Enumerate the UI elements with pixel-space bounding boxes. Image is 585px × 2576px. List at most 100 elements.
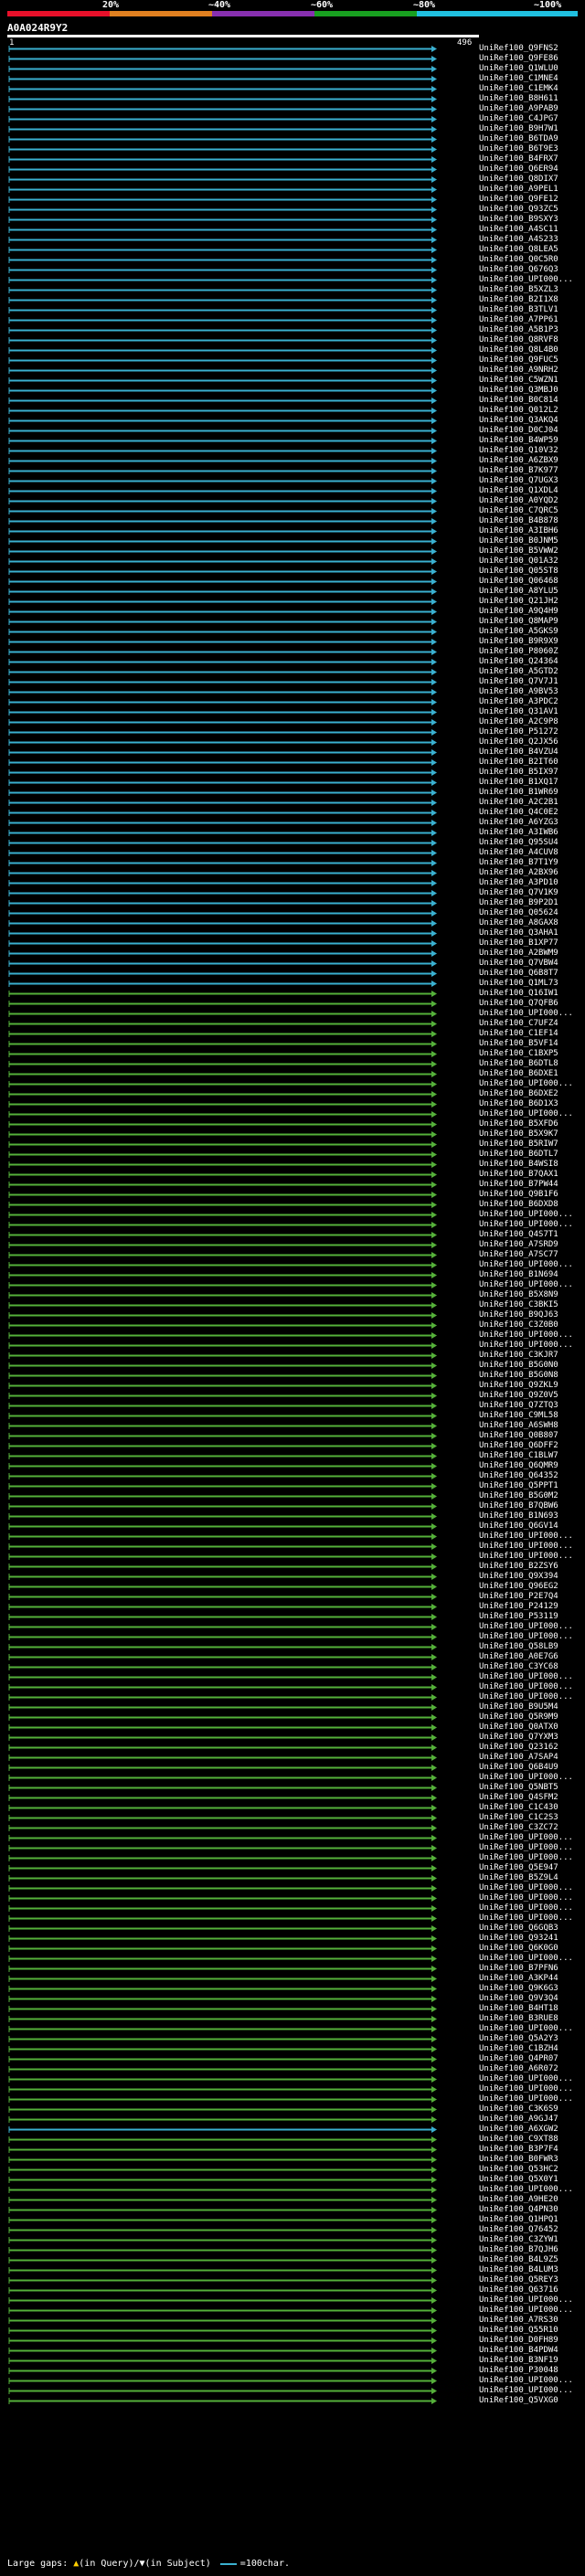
hit-label[interactable]: UniRef100_A9PEL1 [479,185,585,195]
hit-row[interactable]: UniRef100_Q7ZTQ3 [0,1401,585,1411]
hit-row[interactable]: UniRef100_Q5X0Y1 [0,2175,585,2185]
hit-label[interactable]: UniRef100_P2E7Q4 [479,1592,585,1602]
hit-row[interactable]: UniRef100_Q5NBT5 [0,1783,585,1793]
hit-row[interactable]: UniRef100_UPI000... [0,1532,585,1542]
hit-label[interactable]: UniRef100_C3K6S9 [479,2104,585,2115]
hit-label[interactable]: UniRef100_Q4PN30 [479,2205,585,2215]
hit-row[interactable]: UniRef100_Q9FE86 [0,54,585,64]
hit-label[interactable]: UniRef100_B9U5M4 [479,1702,585,1712]
hit-label[interactable]: UniRef100_Q1WLU0 [479,64,585,74]
hit-row[interactable]: UniRef100_B9P2D1 [0,898,585,908]
hit-row[interactable]: UniRef100_B9H7W1 [0,124,585,134]
hit-label[interactable]: UniRef100_Q4SFM2 [479,1793,585,1803]
hit-label[interactable]: UniRef100_A9HE20 [479,2195,585,2205]
hit-row[interactable]: UniRef100_UPI000... [0,2074,585,2084]
hit-row[interactable]: UniRef100_Q9X394 [0,1572,585,1582]
hit-row[interactable]: UniRef100_Q4S7T1 [0,1230,585,1240]
hit-label[interactable]: UniRef100_C1BXP5 [479,1049,585,1059]
hit-row[interactable]: UniRef100_Q676Q3 [0,265,585,275]
hit-label[interactable]: UniRef100_Q5R9M9 [479,1712,585,1723]
hit-row[interactable]: UniRef100_Q76452 [0,2225,585,2235]
hit-row[interactable]: UniRef100_A2BX96 [0,868,585,878]
hit-label[interactable]: UniRef100_A7PP61 [479,315,585,325]
hit-label[interactable]: UniRef100_B3NF19 [479,2356,585,2366]
hit-label[interactable]: UniRef100_Q3MBJ0 [479,386,585,396]
hit-label[interactable]: UniRef100_Q6DFF2 [479,1441,585,1451]
hit-row[interactable]: UniRef100_C5WZN1 [0,376,585,386]
hit-label[interactable]: UniRef100_B7QBW6 [479,1501,585,1511]
hit-label[interactable]: UniRef100_Q7ZTQ3 [479,1401,585,1411]
hit-label[interactable]: UniRef100_Q24364 [479,657,585,667]
hit-row[interactable]: UniRef100_Q9ZKL9 [0,1381,585,1391]
hit-row[interactable]: UniRef100_B4L9Z5 [0,2255,585,2265]
hit-label[interactable]: UniRef100_B6DXD8 [479,1200,585,1210]
hit-label[interactable]: UniRef100_UPI000... [479,1903,585,1913]
hit-row[interactable]: UniRef100_Q7QFB6 [0,999,585,1009]
hit-label[interactable]: UniRef100_A4SC11 [479,225,585,235]
hit-label[interactable]: UniRef100_Q7VBW4 [479,959,585,969]
hit-row[interactable]: UniRef100_Q9FE12 [0,195,585,205]
hit-row[interactable]: UniRef100_B1N694 [0,1270,585,1280]
hit-label[interactable]: UniRef100_Q93ZC5 [479,205,585,215]
hit-row[interactable]: UniRef100_C3BKI5 [0,1300,585,1310]
hit-row[interactable]: UniRef100_Q0ATX0 [0,1723,585,1733]
hit-label[interactable]: UniRef100_A9NRH2 [479,366,585,376]
hit-row[interactable]: UniRef100_A9BV53 [0,687,585,697]
hit-label[interactable]: UniRef100_B7K977 [479,466,585,476]
hit-label[interactable]: UniRef100_B7T1Y9 [479,858,585,868]
hit-row[interactable]: UniRef100_C1BLW7 [0,1451,585,1461]
hit-row[interactable]: UniRef100_C3ZYW1 [0,2235,585,2245]
hit-label[interactable]: UniRef100_Q6GV14 [479,1521,585,1532]
hit-label[interactable]: UniRef100_Q06468 [479,577,585,587]
hit-row[interactable]: UniRef100_A6XGW2 [0,2125,585,2135]
hit-row[interactable]: UniRef100_Q8L4B0 [0,345,585,355]
hit-label[interactable]: UniRef100_UPI000... [479,2084,585,2094]
hit-row[interactable]: UniRef100_Q5A2Y3 [0,2034,585,2044]
hit-label[interactable]: UniRef100_UPI000... [479,1913,585,1924]
hit-label[interactable]: UniRef100_B3TLV1 [479,305,585,315]
hit-label[interactable]: UniRef100_A5B1P3 [479,325,585,335]
hit-label[interactable]: UniRef100_UPI000... [479,1079,585,1089]
hit-label[interactable]: UniRef100_B1N694 [479,1270,585,1280]
hit-label[interactable]: UniRef100_A7SC77 [479,1250,585,1260]
hit-row[interactable]: UniRef100_UPI000... [0,1954,585,1964]
hit-row[interactable]: UniRef100_B3P7F4 [0,2145,585,2155]
hit-row[interactable]: UniRef100_Q24364 [0,657,585,667]
hit-label[interactable]: UniRef100_P24129 [479,1602,585,1612]
hit-row[interactable]: UniRef100_B6DXE1 [0,1069,585,1079]
hit-row[interactable]: UniRef100_B5Z9L4 [0,1873,585,1883]
hit-label[interactable]: UniRef100_UPI000... [479,1109,585,1119]
hit-row[interactable]: UniRef100_Q9K6G3 [0,1984,585,1994]
hit-row[interactable]: UniRef100_A9NRH2 [0,366,585,376]
hit-label[interactable]: UniRef100_Q4PR07 [479,2054,585,2064]
hit-row[interactable]: UniRef100_Q7V7J1 [0,677,585,687]
hit-row[interactable]: UniRef100_UPI000... [0,1009,585,1019]
hit-row[interactable]: UniRef100_A3PD10 [0,878,585,888]
hit-label[interactable]: UniRef100_A5GKS9 [479,627,585,637]
hit-row[interactable]: UniRef100_B3RUE8 [0,2014,585,2024]
hit-label[interactable]: UniRef100_C5WZN1 [479,376,585,386]
hit-row[interactable]: UniRef100_C3KJR7 [0,1351,585,1361]
hit-label[interactable]: UniRef100_A3PD10 [479,878,585,888]
hit-label[interactable]: UniRef100_Q93241 [479,1934,585,1944]
hit-label[interactable]: UniRef100_Q5NBT5 [479,1783,585,1793]
hit-row[interactable]: UniRef100_Q7YXM3 [0,1733,585,1743]
hit-row[interactable]: UniRef100_C1C430 [0,1803,585,1813]
hit-label[interactable]: UniRef100_Q5A2Y3 [479,2034,585,2044]
hit-row[interactable]: UniRef100_Q31AV1 [0,707,585,717]
hit-row[interactable]: UniRef100_Q9Z0V5 [0,1391,585,1401]
hit-row[interactable]: UniRef100_UPI000... [0,1682,585,1692]
hit-row[interactable]: UniRef100_A9PAB9 [0,104,585,114]
hit-row[interactable]: UniRef100_C1BXP5 [0,1049,585,1059]
hit-row[interactable]: UniRef100_C3ZC72 [0,1823,585,1833]
hit-row[interactable]: UniRef100_UPI000... [0,2185,585,2195]
hit-row[interactable]: UniRef100_B6TDA9 [0,134,585,144]
hit-row[interactable]: UniRef100_Q6B8T7 [0,969,585,979]
hit-row[interactable]: UniRef100_A3IBH6 [0,526,585,536]
hit-row[interactable]: UniRef100_Q7V1K9 [0,888,585,898]
hit-label[interactable]: UniRef100_Q7YXM3 [479,1733,585,1743]
hit-label[interactable]: UniRef100_Q31AV1 [479,707,585,717]
hit-label[interactable]: UniRef100_UPI000... [479,1833,585,1843]
hit-row[interactable]: UniRef100_A6SWH8 [0,1421,585,1431]
hit-row[interactable]: UniRef100_B4VZU4 [0,747,585,758]
